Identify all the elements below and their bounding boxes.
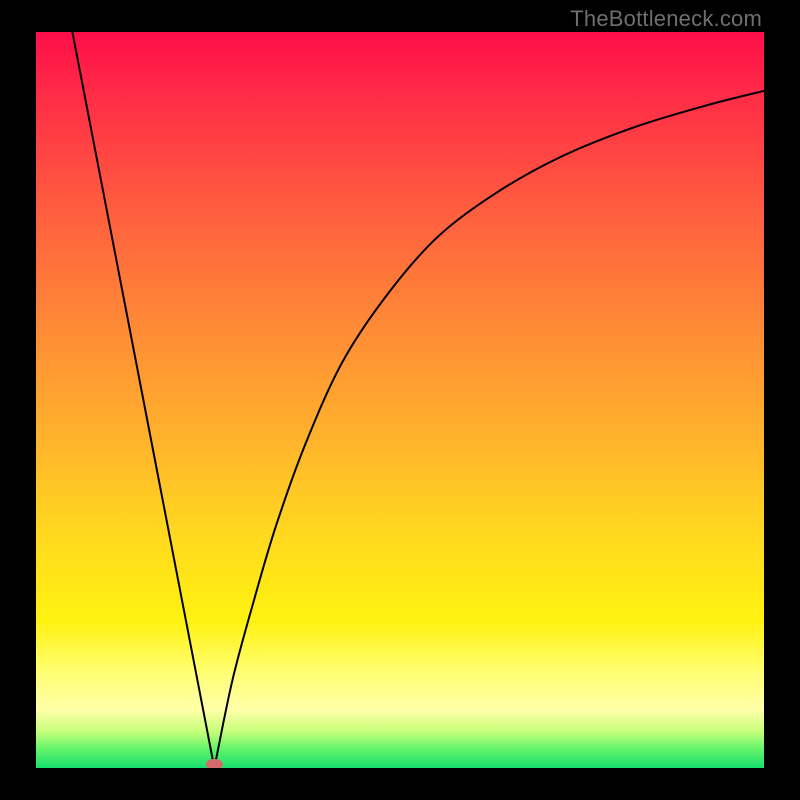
bottleneck-curve <box>36 32 764 768</box>
chart-frame: TheBottleneck.com <box>0 0 800 800</box>
watermark-text: TheBottleneck.com <box>570 6 762 32</box>
plot-area <box>36 32 764 768</box>
minimum-marker <box>206 759 222 768</box>
